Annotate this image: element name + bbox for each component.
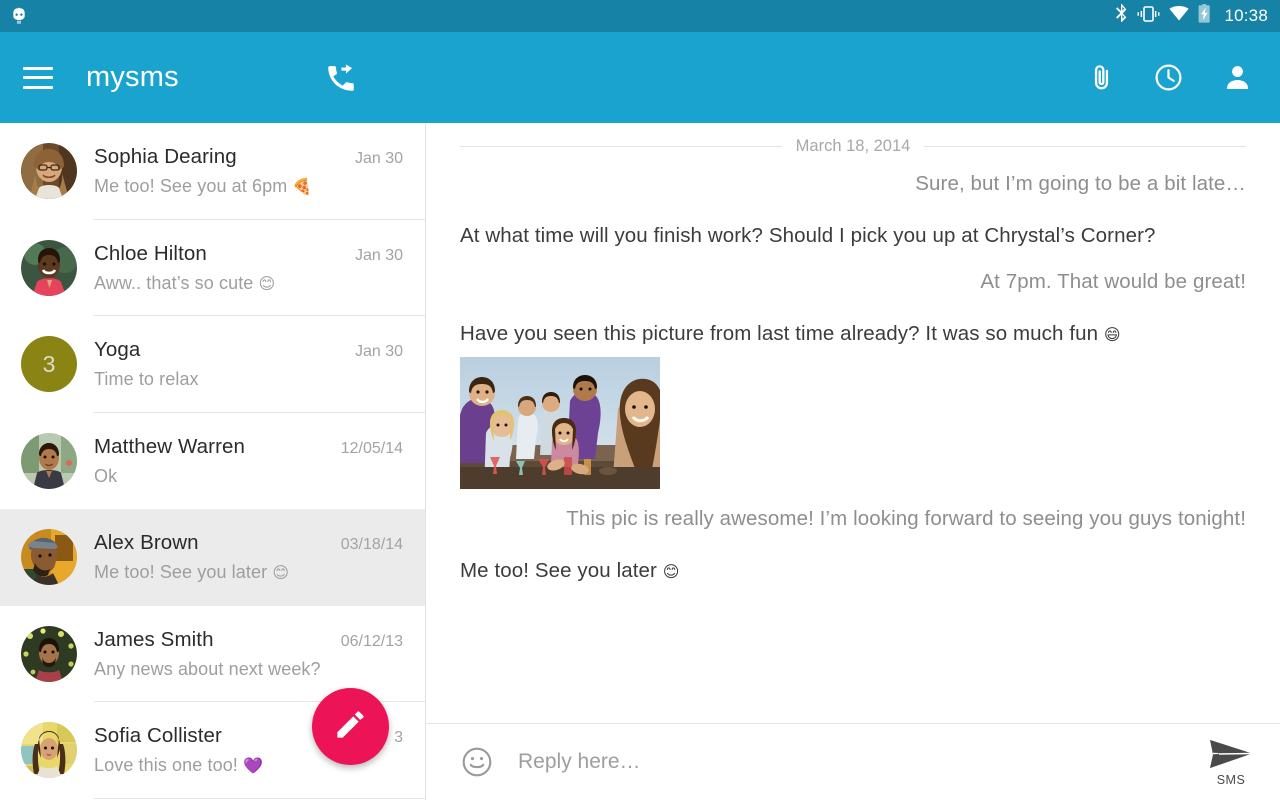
compose-fab-button[interactable] [312,688,389,765]
conversation-date: Jan 30 [354,343,403,361]
conversation-name: Yoga [94,338,141,362]
avatar [21,432,77,489]
status-bar: 10:38 [0,0,1280,32]
send-button[interactable]: SMS [1208,738,1254,787]
conversation-name: James Smith [94,627,214,651]
conversation-snippet: Any news about next week? [94,658,321,679]
conversation-date: 06/12/13 [340,632,403,650]
conversation-date: 12/05/14 [340,439,403,457]
reply-input[interactable] [518,750,1192,774]
send-label: SMS [1216,772,1246,787]
date-separator-label: March 18, 2014 [795,137,911,155]
snippet-emoji: 😊 [258,273,276,293]
main-content: Sophia Dearing Jan 30 Me too! See you at… [0,123,1280,800]
send-arrow-icon [1208,738,1254,777]
bluetooth-icon [1115,4,1128,28]
compose-pencil-icon [333,707,368,747]
conversation-text: Matthew Warren 12/05/14 Ok [94,435,403,487]
vibrate-icon [1137,5,1160,27]
message-thread-scroll[interactable]: March 18, 2014 Sure, but I’m going to be… [426,123,1280,723]
conversation-name: Chloe Hilton [94,241,207,265]
conversation-name: Matthew Warren [94,434,246,458]
conversation-name: Sophia Dearing [94,145,237,169]
separator-line-left [460,146,782,147]
conversation-snippet: Me too! See you at 6pm 🍕 [94,176,313,197]
person-icon[interactable] [1222,62,1253,93]
hamburger-menu-icon[interactable] [23,66,53,89]
message-attachment-photo[interactable] [460,357,660,489]
call-forward-icon[interactable] [324,61,358,95]
avatar [21,529,77,586]
conversation-row-sophia-dearing[interactable]: Sophia Dearing Jan 30 Me too! See you at… [0,123,425,220]
message-text: At what time will you finish work? Shoul… [460,224,1156,247]
message-text: Me too! See you later [460,559,663,582]
conversation-text: Yoga Jan 30 Time to relax [94,338,403,390]
emoji-smiley-icon[interactable] [460,745,494,779]
app-title: mysms [86,61,179,93]
message-text: Have you seen this picture from last tim… [460,322,1104,345]
avatar [21,239,77,296]
snippet-emoji: 🍕 [292,177,313,197]
cyanogenmod-logo-icon [8,5,30,27]
conversation-text: James Smith 06/12/13 Any news about next… [94,628,403,680]
message-incoming[interactable]: Have you seen this picture from last tim… [460,318,1246,489]
conversation-row-matthew-warren[interactable]: Matthew Warren 12/05/14 Ok [0,412,425,509]
row-divider [94,797,425,799]
conversation-snippet: Time to relax [94,369,199,390]
battery-charging-icon [1198,4,1211,28]
conversation-text: Chloe Hilton Jan 30 Aww.. that’s so cute… [94,242,403,294]
message-outgoing[interactable]: This pic is really awesome! I’m looking … [460,503,1246,535]
message-text: At 7pm. That would be great! [980,270,1246,293]
conversation-date: 03/18/14 [340,536,403,554]
snippet-emoji: 😊 [272,563,290,583]
status-bar-left [8,5,1115,27]
message-thread-pane: March 18, 2014 Sure, but I’m going to be… [426,123,1280,800]
message-outgoing[interactable]: At 7pm. That would be great! [460,266,1246,298]
status-bar-right: 10:38 [1115,4,1268,28]
message-incoming[interactable]: At what time will you finish work? Shoul… [460,220,1246,252]
conversation-row-alex-brown[interactable]: Alex Brown 03/18/14 Me too! See you late… [0,509,425,606]
conversation-row-chloe-hilton[interactable]: Chloe Hilton Jan 30 Aww.. that’s so cute… [0,219,425,316]
date-separator: March 18, 2014 [460,137,1246,156]
message-text: Sure, but I’m going to be a bit late… [915,172,1246,195]
conversation-date: Jan 30 [354,150,403,168]
conversation-snippet: Aww.. that’s so cute 😊 [94,272,276,293]
app-bar: mysms [0,32,1280,123]
conversation-row-yoga[interactable]: 3 Yoga Jan 30 Time to relax [0,316,425,413]
message-text: This pic is really awesome! I’m looking … [566,507,1246,530]
separator-line-right [924,146,1246,147]
avatar-initial: 3 [21,336,77,393]
message-incoming[interactable]: Me too! See you later 😊 [460,555,1246,588]
avatar [21,625,77,682]
reply-bar: SMS [426,723,1280,800]
message-emoji: 😄 [1103,325,1121,344]
conversation-date: Jan 30 [354,246,403,264]
conversation-text: Alex Brown 03/18/14 Me too! See you late… [94,531,403,583]
conversation-name: Alex Brown [94,531,199,555]
avatar [21,143,77,200]
snippet-emoji: 💜 [243,756,264,776]
wifi-icon [1169,6,1190,26]
avatar [21,722,77,779]
conversation-snippet: Me too! See you later 😊 [94,562,290,583]
conversation-row-james-smith[interactable]: James Smith 06/12/13 Any news about next… [0,605,425,702]
status-bar-clock: 10:38 [1224,6,1268,25]
app-root: 10:38 mysms Sophia Dearing Jan 30 Me too… [0,0,1280,800]
clock-icon[interactable] [1153,62,1184,93]
message-outgoing[interactable]: Sure, but I’m going to be a bit late… [460,168,1246,200]
conversation-snippet: Ok [94,465,118,486]
conversation-text: Sophia Dearing Jan 30 Me too! See you at… [94,145,403,197]
attachment-icon[interactable] [1087,63,1116,92]
message-emoji: 😊 [662,562,680,581]
conversation-list[interactable]: Sophia Dearing Jan 30 Me too! See you at… [0,123,426,800]
conversation-date: 3 [394,729,403,747]
